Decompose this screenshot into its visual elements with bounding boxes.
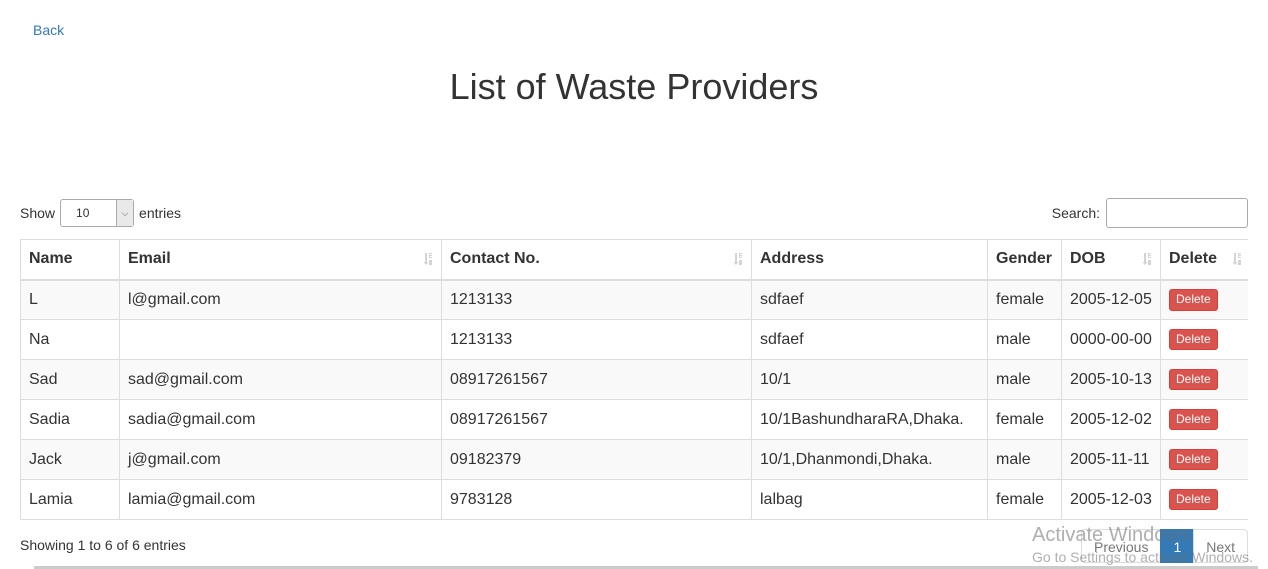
cell-gender: female: [987, 279, 1062, 320]
cell-address: lalbag: [751, 479, 988, 520]
cell-delete: Delete: [1160, 479, 1248, 520]
cell-name: Na: [20, 319, 120, 360]
delete-button[interactable]: Delete: [1169, 288, 1218, 311]
cell-delete: Delete: [1160, 279, 1248, 320]
cell-gender: male: [987, 359, 1062, 400]
table-row: Sad sad@gmail.com 08917261567 10/1 male …: [20, 359, 1248, 400]
cell-address: sdfaef: [751, 279, 988, 320]
back-link[interactable]: Back: [33, 22, 64, 38]
previous-page-button[interactable]: Previous: [1081, 529, 1162, 563]
cell-delete: Delete: [1160, 359, 1248, 400]
delete-button[interactable]: Delete: [1169, 408, 1218, 431]
delete-button[interactable]: Delete: [1169, 368, 1218, 391]
sort-icon: [734, 253, 742, 265]
show-label: Show: [20, 205, 56, 221]
cell-email: sad@gmail.com: [119, 359, 442, 400]
column-header-name[interactable]: Name: [20, 239, 120, 281]
cell-delete: Delete: [1160, 439, 1248, 480]
cell-name: Sadia: [20, 399, 120, 440]
cell-name: Sad: [20, 359, 120, 400]
column-header-delete[interactable]: Delete: [1160, 239, 1248, 281]
search-input[interactable]: [1106, 198, 1248, 228]
table-info: Showing 1 to 6 of 6 entries: [20, 537, 186, 553]
column-header-contact[interactable]: Contact No.: [441, 239, 752, 281]
cell-contact: 1213133: [441, 319, 752, 360]
sort-icon: [1143, 253, 1151, 265]
cell-contact: 9783128: [441, 479, 752, 520]
page-1-button[interactable]: 1: [1160, 529, 1195, 563]
cell-gender: female: [987, 479, 1062, 520]
delete-button[interactable]: Delete: [1169, 328, 1218, 351]
cell-dob: 2005-11-11: [1061, 439, 1161, 480]
cell-email: l@gmail.com: [119, 279, 442, 320]
delete-button[interactable]: Delete: [1169, 488, 1218, 511]
table-row: Sadia sadia@gmail.com 08917261567 10/1Ba…: [20, 399, 1248, 440]
cell-email: sadia@gmail.com: [119, 399, 442, 440]
cell-name: Jack: [20, 439, 120, 480]
table-row: Na 1213133 sdfaef male 0000-00-00 Delete: [20, 319, 1248, 360]
providers-table: Name Email Contact No. Address Gender DO…: [20, 239, 1248, 520]
cell-gender: male: [987, 439, 1062, 480]
cell-dob: 2005-10-13: [1061, 359, 1161, 400]
delete-button[interactable]: Delete: [1169, 448, 1218, 471]
next-page-button[interactable]: Next: [1193, 529, 1249, 563]
cell-contact: 08917261567: [441, 399, 752, 440]
table-row: Lamia lamia@gmail.com 9783128 lalbag fem…: [20, 479, 1248, 520]
entries-select[interactable]: 10 ⌵: [60, 199, 135, 227]
cell-address: 10/1,Dhanmondi,Dhaka.: [751, 439, 988, 480]
search-label: Search:: [1051, 205, 1100, 221]
table-row: Jack j@gmail.com 09182379 10/1,Dhanmondi…: [20, 439, 1248, 480]
cell-contact: 09182379: [441, 439, 752, 480]
cell-name: Lamia: [20, 479, 120, 520]
cell-dob: 2005-12-03: [1061, 479, 1161, 520]
table-container: Name Email Contact No. Address Gender DO…: [20, 239, 1248, 520]
column-header-address[interactable]: Address: [751, 239, 988, 281]
cell-gender: male: [987, 319, 1062, 360]
cell-email: lamia@gmail.com: [119, 479, 442, 520]
cell-delete: Delete: [1160, 399, 1248, 440]
page-title: List of Waste Providers: [449, 66, 819, 107]
entries-length-control: Show 10 ⌵ entries: [20, 199, 181, 227]
table-header-row: Name Email Contact No. Address Gender DO…: [20, 239, 1248, 281]
cell-email: [119, 319, 442, 360]
cell-address: 10/1: [751, 359, 988, 400]
sort-icon: [424, 253, 432, 265]
column-header-gender[interactable]: Gender: [987, 239, 1062, 281]
cell-dob: 2005-12-02: [1061, 399, 1161, 440]
cell-delete: Delete: [1160, 319, 1248, 360]
cell-contact: 08917261567: [441, 359, 752, 400]
cell-gender: female: [987, 399, 1062, 440]
cell-contact: 1213133: [441, 279, 752, 320]
cell-name: L: [20, 279, 120, 320]
search-control: Search:: [1052, 198, 1248, 228]
cell-email: j@gmail.com: [119, 439, 442, 480]
entries-label: entries: [139, 205, 182, 221]
chevron-down-icon: ⌵: [116, 200, 134, 226]
table-row: L l@gmail.com 1213133 sdfaef female 2005…: [20, 279, 1248, 320]
cell-dob: 0000-00-00: [1061, 319, 1161, 360]
cell-address: 10/1BashundharaRA,Dhaka.: [751, 399, 988, 440]
column-header-dob[interactable]: DOB: [1061, 239, 1161, 281]
cell-dob: 2005-12-05: [1061, 279, 1161, 320]
column-header-email[interactable]: Email: [119, 239, 442, 281]
sort-icon: [1233, 253, 1241, 265]
cell-address: sdfaef: [751, 319, 988, 360]
entries-select-value: 10: [76, 206, 90, 220]
pagination: Previous 1 Next: [1081, 529, 1249, 563]
